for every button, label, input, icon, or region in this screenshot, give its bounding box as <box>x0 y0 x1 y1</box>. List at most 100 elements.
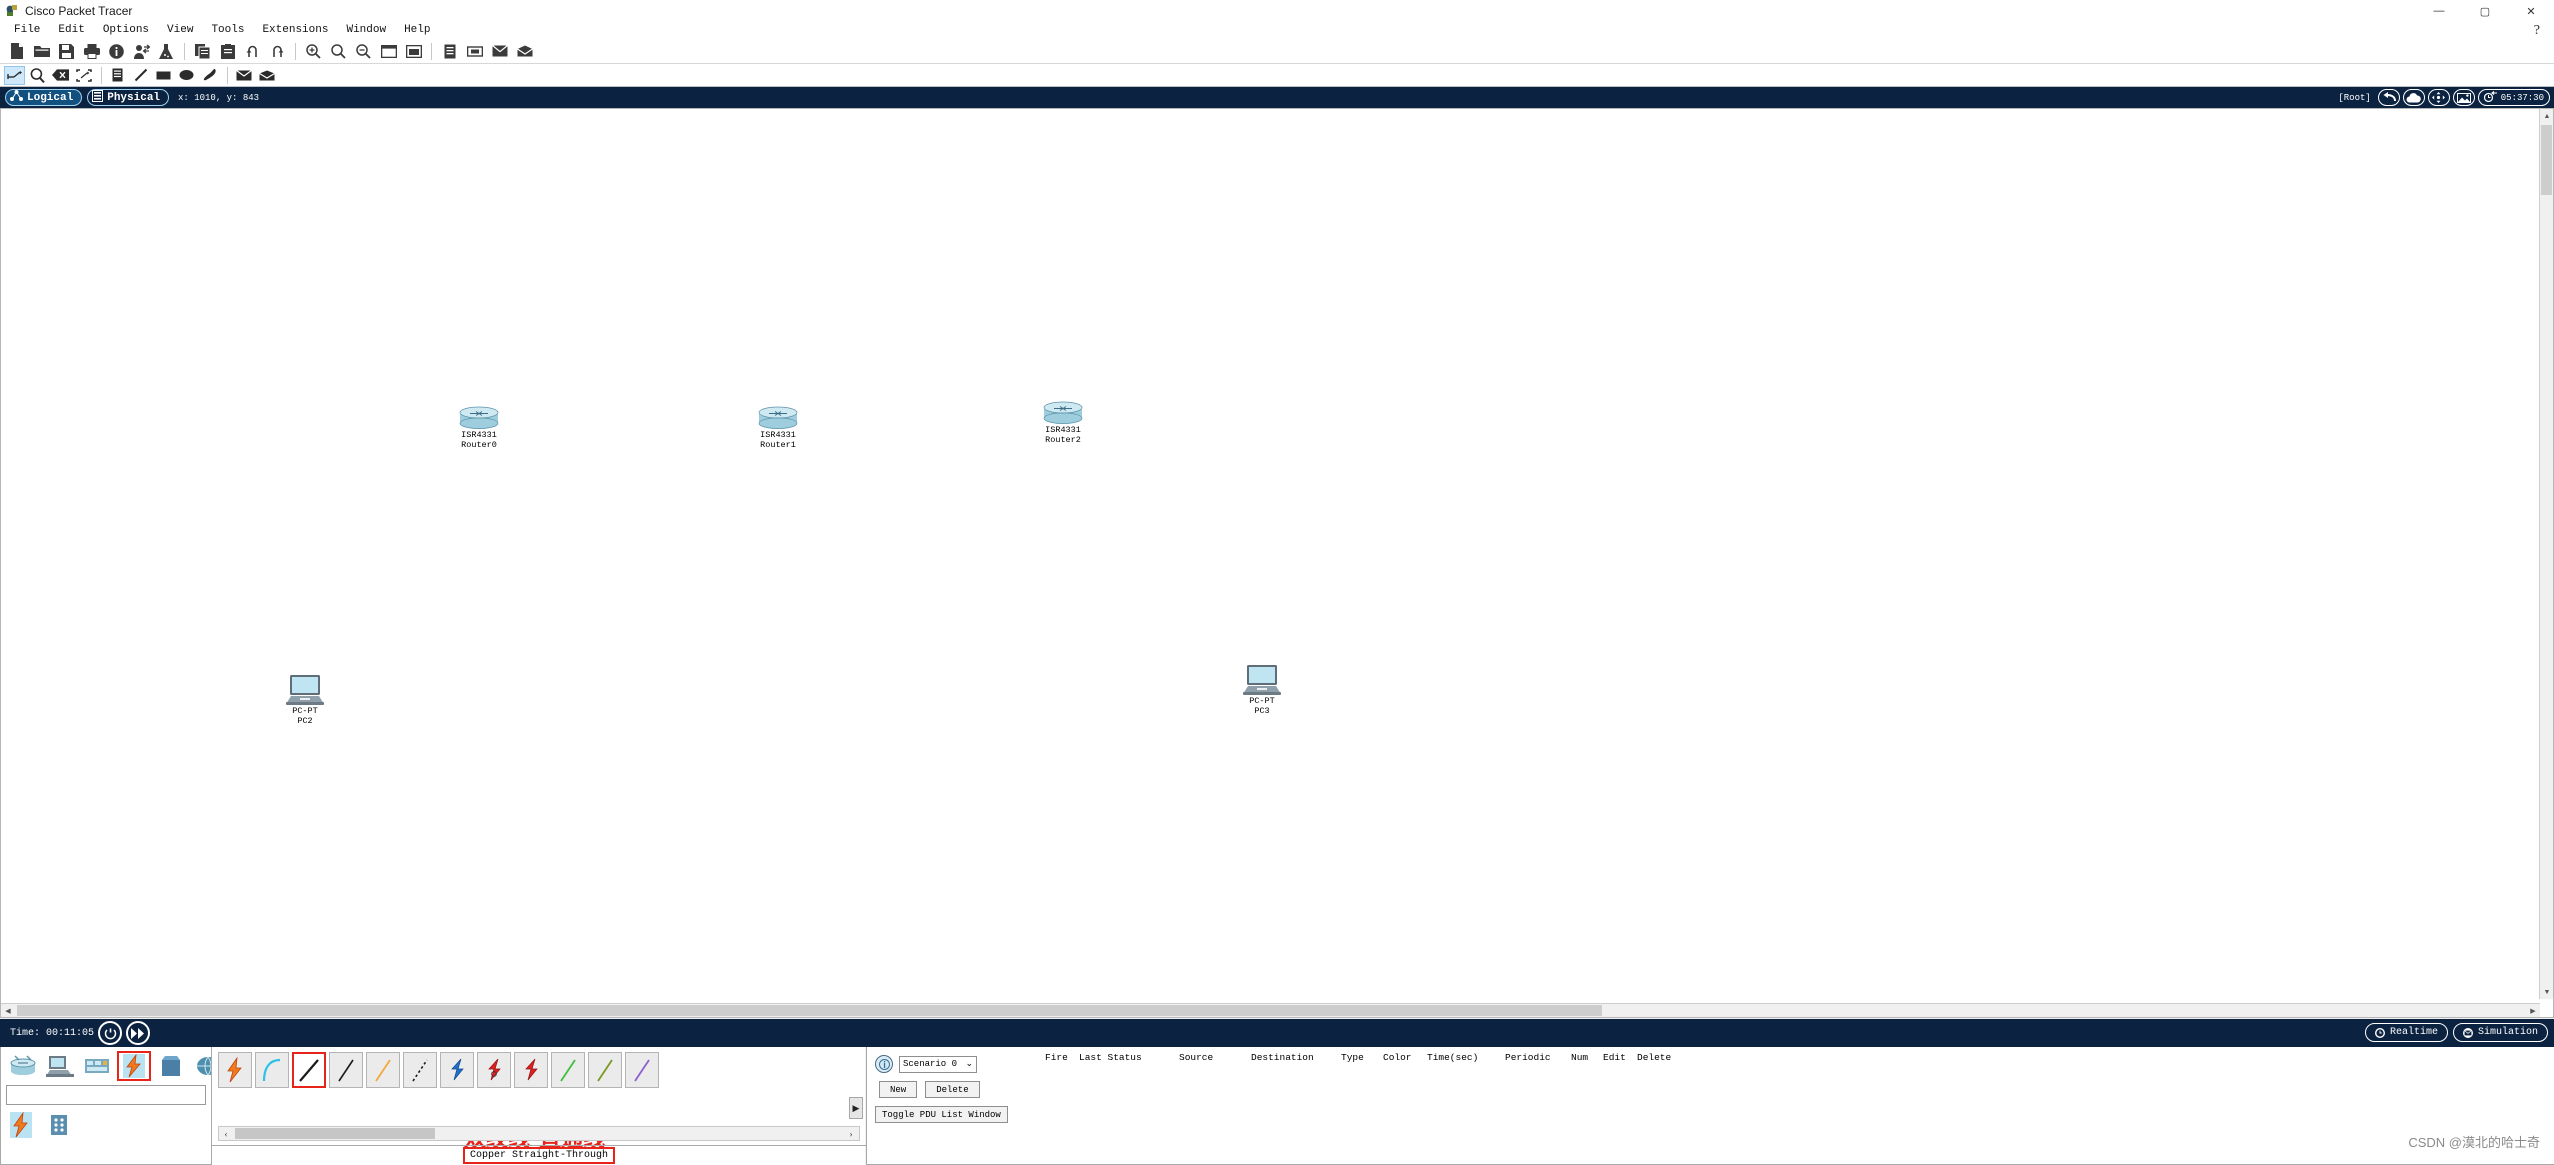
scroll-right-arrow-icon[interactable]: › <box>844 1129 858 1139</box>
minimize-button[interactable]: — <box>2416 0 2462 22</box>
phone-cable-icon[interactable] <box>403 1052 437 1088</box>
note-icon[interactable] <box>107 66 128 85</box>
horizontal-scroll-thumb[interactable] <box>17 1005 1602 1016</box>
menu-window[interactable]: Window <box>337 22 395 39</box>
tab-logical[interactable]: Logical <box>5 89 83 106</box>
ellipse-icon[interactable] <box>176 66 197 85</box>
col-periodic[interactable]: Periodic <box>1505 1052 1571 1063</box>
device-router1[interactable]: ISR4331 Router1 <box>738 404 818 450</box>
user-transfer-icon[interactable] <box>129 40 154 63</box>
menu-extensions[interactable]: Extensions <box>253 22 337 39</box>
zoom-out-icon[interactable] <box>351 40 376 63</box>
new-pdu-button[interactable]: New <box>879 1081 918 1098</box>
scroll-left-arrow-icon[interactable]: ‹ <box>219 1129 233 1139</box>
fast-forward-icon[interactable] <box>126 1021 151 1045</box>
vertical-scroll-thumb[interactable] <box>2541 125 2552 195</box>
back-arrow-icon[interactable] <box>2377 89 2400 106</box>
magnifier-icon[interactable] <box>27 66 48 85</box>
menu-edit[interactable]: Edit <box>49 22 93 39</box>
coaxial-cable-icon[interactable] <box>440 1052 474 1088</box>
col-time-sec[interactable]: Time(sec) <box>1427 1052 1505 1063</box>
zoom-in-icon[interactable] <box>301 40 326 63</box>
palette-window-icon[interactable] <box>376 40 401 63</box>
printer-icon[interactable] <box>79 40 104 63</box>
select-arrow-icon[interactable] <box>4 65 25 85</box>
copper-cross-icon[interactable] <box>329 1052 363 1088</box>
misc-category-icon[interactable] <box>154 1051 188 1081</box>
redo-arrow-icon[interactable] <box>265 40 290 63</box>
device-pc3[interactable]: PC-PT PC3 <box>1222 664 1302 716</box>
move-object-icon[interactable] <box>2427 89 2450 106</box>
col-delete[interactable]: Delete <box>1637 1052 1687 1063</box>
menu-view[interactable]: View <box>158 22 202 39</box>
serial-dte-icon[interactable] <box>514 1052 548 1088</box>
col-source[interactable]: Source <box>1179 1052 1251 1063</box>
simulation-mode-button[interactable]: Simulation <box>2452 1023 2548 1042</box>
flask-icon[interactable] <box>154 40 179 63</box>
canvas-vertical-scrollbar[interactable]: ▲ ▼ <box>2539 109 2553 999</box>
open-folder-icon[interactable] <box>29 40 54 63</box>
usb-cable-icon[interactable] <box>625 1052 659 1088</box>
cloud-icon[interactable] <box>2402 89 2425 106</box>
router-category-icon[interactable] <box>6 1051 40 1081</box>
toggle-pdu-list-window-button[interactable]: Toggle PDU List Window <box>875 1106 1008 1123</box>
simulation-clock[interactable]: 05:37:30 <box>2477 89 2550 106</box>
col-type[interactable]: Type <box>1341 1052 1383 1063</box>
iot-cable-icon[interactable] <box>588 1052 622 1088</box>
menu-file[interactable]: File <box>5 22 49 39</box>
console-cable-icon[interactable] <box>255 1052 289 1088</box>
realtime-mode-button[interactable]: Realtime <box>2364 1023 2448 1042</box>
notes-icon[interactable] <box>437 40 462 63</box>
components-category-icon[interactable] <box>80 1051 114 1081</box>
menu-help[interactable]: Help <box>395 22 439 39</box>
connections-category-icon[interactable] <box>117 1051 151 1081</box>
help-question-icon[interactable]: ? <box>2534 22 2540 39</box>
open-mail-icon[interactable] <box>512 40 537 63</box>
col-destination[interactable]: Destination <box>1251 1052 1341 1063</box>
auto-lightning-icon[interactable] <box>218 1052 252 1088</box>
maximize-button[interactable]: ▢ <box>2462 0 2508 22</box>
copper-straight-icon[interactable] <box>292 1052 326 1088</box>
new-file-icon[interactable] <box>4 40 29 63</box>
fiber-cable-icon[interactable] <box>366 1052 400 1088</box>
col-fire[interactable]: Fire <box>1045 1052 1079 1063</box>
close-button[interactable]: ✕ <box>2508 0 2554 22</box>
octal-cable-icon[interactable] <box>551 1052 585 1088</box>
background-image-icon[interactable] <box>2452 89 2475 106</box>
canvas-horizontal-scrollbar[interactable]: ◀ ▶ <box>1 1003 2540 1017</box>
line-icon[interactable] <box>130 66 151 85</box>
resize-shape-icon[interactable] <box>73 66 94 85</box>
open-envelope-icon[interactable] <box>256 66 277 85</box>
zoom-reset-icon[interactable] <box>326 40 351 63</box>
enddevice-category-icon[interactable] <box>43 1051 77 1081</box>
copy-icon[interactable] <box>190 40 215 63</box>
scenario-select[interactable]: Scenario 0 ⌄ <box>899 1055 977 1073</box>
power-cycle-icon[interactable] <box>98 1021 123 1045</box>
info-circle-icon[interactable] <box>104 40 129 63</box>
save-disk-icon[interactable] <box>54 40 79 63</box>
serial-dce-icon[interactable] <box>477 1052 511 1088</box>
scroll-up-arrow-icon[interactable]: ▲ <box>2540 109 2554 123</box>
logical-canvas[interactable]: ISR4331 Router0 ISR4331 Router1 ISR4331 … <box>1 109 2540 999</box>
closed-envelope-icon[interactable] <box>233 66 254 85</box>
connection-scroll-thumb[interactable] <box>235 1128 435 1139</box>
delete-pdu-button[interactable]: Delete <box>925 1081 980 1098</box>
menu-options[interactable]: Options <box>94 22 158 39</box>
device-router0[interactable]: ISR4331 Router0 <box>439 404 519 450</box>
device-router2[interactable]: ISR4331 Router2 <box>1023 399 1103 445</box>
connection-palette-scrollbar[interactable]: ‹ › <box>218 1126 860 1141</box>
info-circle-small-icon[interactable] <box>875 1055 893 1073</box>
tab-physical[interactable]: Physical <box>87 89 170 106</box>
paste-icon[interactable] <box>215 40 240 63</box>
col-num[interactable]: Num <box>1571 1052 1603 1063</box>
device-window-icon[interactable] <box>401 40 426 63</box>
expand-panel-arrow-icon[interactable]: ▶ <box>849 1097 863 1119</box>
menu-tools[interactable]: Tools <box>202 22 253 39</box>
col-last-status[interactable]: Last Status <box>1079 1052 1179 1063</box>
grid-dots-icon[interactable] <box>44 1110 74 1140</box>
scroll-right-arrow-icon[interactable]: ▶ <box>2526 1004 2540 1018</box>
scroll-down-arrow-icon[interactable]: ▼ <box>2540 985 2554 999</box>
undo-arrow-icon[interactable] <box>240 40 265 63</box>
col-edit[interactable]: Edit <box>1603 1052 1637 1063</box>
rectangle-icon[interactable] <box>153 66 174 85</box>
